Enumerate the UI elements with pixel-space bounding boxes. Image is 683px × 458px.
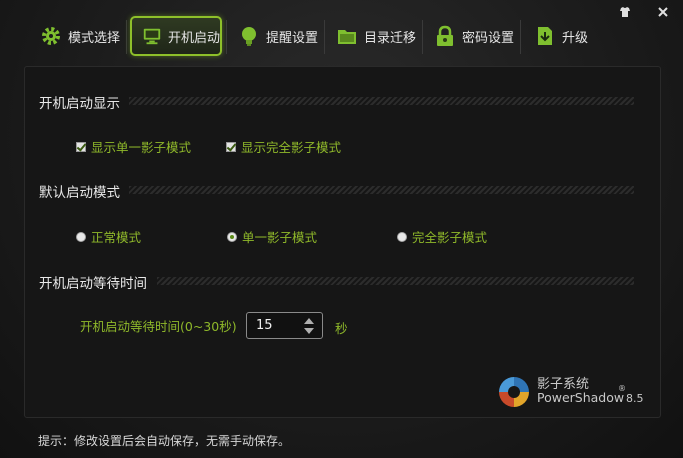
radio-circle[interactable] xyxy=(397,231,407,242)
tab-label: 开机启动 xyxy=(167,30,220,46)
checkbox-show-full-shadow[interactable]: 显示完全影子模式 xyxy=(226,137,341,156)
tab-divider xyxy=(324,20,325,54)
section-divider xyxy=(129,186,634,194)
tab-divider xyxy=(126,20,127,54)
lock-icon xyxy=(437,25,453,46)
stepper-up-icon[interactable] xyxy=(304,318,314,324)
checkbox-label: 显示单一影子模式 xyxy=(91,140,192,155)
tab-startup[interactable]: 开机启动 xyxy=(130,16,222,56)
stepper-down-icon[interactable] xyxy=(304,328,314,334)
bulb-icon xyxy=(242,27,256,46)
wait-time-value[interactable]: 15 xyxy=(256,318,273,333)
section-divider xyxy=(157,277,634,285)
tab-password[interactable]: 密码设置 xyxy=(424,16,520,56)
gear-icon xyxy=(42,27,60,45)
brand-logo: 影子系统 PowerShadow ® 8.5 xyxy=(495,371,655,411)
section-title-default-mode: 默认启动模式 xyxy=(39,185,120,201)
wait-time-label: 开机启动等待时间(0~30秒) xyxy=(80,319,237,334)
radio-label: 单一影子模式 xyxy=(242,230,318,245)
tab-mode-select[interactable]: 模式选择 xyxy=(30,16,124,56)
tab-divider xyxy=(422,20,423,54)
tab-divider xyxy=(226,20,227,54)
app-window: 模式选择 开机启动 提醒设置 目录迁移 密码设置 升级 开机启动显示 显示单一影… xyxy=(0,0,683,458)
radio-circle[interactable] xyxy=(76,231,86,242)
wait-time-stepper[interactable]: 15 xyxy=(246,312,323,339)
radio-circle[interactable] xyxy=(227,231,237,242)
settings-panel: 开机启动显示 显示单一影子模式 显示完全影子模式 默认启动模式 正常模式 单一影… xyxy=(24,66,661,418)
radio-single-shadow-mode[interactable]: 单一影子模式 xyxy=(227,227,317,246)
tab-dir-migrate[interactable]: 目录迁移 xyxy=(326,16,422,56)
tab-label: 升级 xyxy=(562,30,589,46)
tab-reminder[interactable]: 提醒设置 xyxy=(228,16,324,56)
brand-name-en: PowerShadow xyxy=(537,390,625,405)
checkbox-label: 显示完全影子模式 xyxy=(241,140,342,155)
checkbox-box[interactable] xyxy=(76,141,86,152)
tab-label: 提醒设置 xyxy=(266,30,319,46)
tab-label: 目录迁移 xyxy=(364,30,417,46)
monitor-icon xyxy=(143,28,161,45)
checkbox-show-single-shadow[interactable]: 显示单一影子模式 xyxy=(76,137,191,156)
brand-version: 8.5 xyxy=(626,392,644,405)
tab-label: 模式选择 xyxy=(68,30,121,46)
radio-label: 正常模式 xyxy=(91,230,142,245)
powershadow-logo-icon xyxy=(499,377,529,407)
tab-label: 密码设置 xyxy=(462,30,515,46)
tab-divider xyxy=(520,20,521,54)
section-title-wait-time: 开机启动等待时间 xyxy=(39,276,147,292)
brand-registered: ® xyxy=(618,384,626,393)
radio-full-shadow-mode[interactable]: 完全影子模式 xyxy=(397,227,487,246)
wait-time-unit: 秒 xyxy=(335,321,348,336)
footer-hint: 提示：修改设置后会自动保存，无需手动保存。 xyxy=(38,434,291,448)
radio-label: 完全影子模式 xyxy=(412,230,488,245)
section-title-startup-display: 开机启动显示 xyxy=(39,96,120,112)
section-divider xyxy=(129,97,634,105)
tab-bar: 模式选择 开机启动 提醒设置 目录迁移 密码设置 升级 xyxy=(30,16,670,60)
checkbox-box[interactable] xyxy=(226,141,236,152)
tab-upgrade[interactable]: 升级 xyxy=(524,16,604,56)
radio-normal-mode[interactable]: 正常模式 xyxy=(76,227,141,246)
folder-icon xyxy=(338,30,356,44)
download-icon xyxy=(538,27,552,45)
